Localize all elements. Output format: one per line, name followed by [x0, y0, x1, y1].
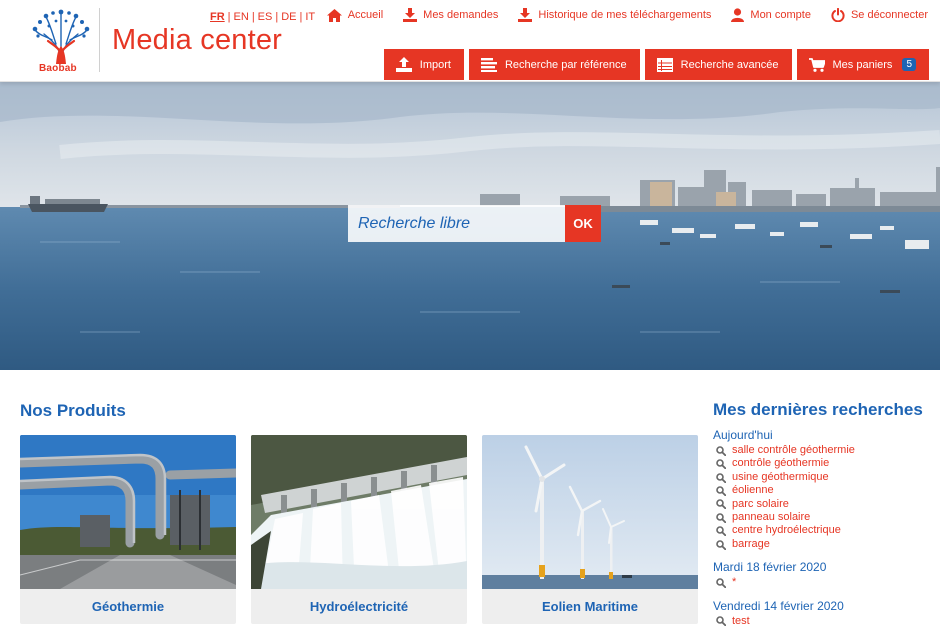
recent-search-label: salle contrôle géothermie — [732, 444, 855, 456]
products-title: Nos Produits — [20, 401, 126, 420]
language-switcher: FR | EN | ES | DE | IT — [210, 11, 315, 23]
nav-historique-label: Historique de mes téléchargements — [538, 9, 712, 21]
nav-accueil[interactable]: Accueil — [326, 8, 384, 22]
product-card-geothermie[interactable]: Géothermie — [20, 435, 236, 624]
search-group-today: Aujourd'hui salle contrôle géothermie co… — [713, 428, 938, 551]
recent-search-item[interactable]: salle contrôle géothermie — [713, 444, 938, 457]
lang-separator: | — [227, 11, 231, 23]
lang-en[interactable]: EN — [234, 11, 249, 23]
baobab-tree-icon — [32, 9, 90, 64]
search-group-date: Mardi 18 février 2020 — [713, 560, 827, 575]
recent-search-label: centre hydroélectrique — [732, 524, 841, 537]
upload-icon — [395, 57, 412, 72]
search-icon — [716, 445, 726, 456]
product-card-eolien-maritime[interactable]: Eolien Maritime — [482, 435, 698, 624]
product-label-hydroelectricite: Hydroélectricité — [309, 599, 409, 614]
lang-es[interactable]: ES — [258, 11, 273, 23]
power-icon — [831, 8, 845, 22]
nav-mon-compte-label: Mon compte — [750, 9, 811, 21]
geothermie-image — [20, 435, 236, 589]
search-icon — [716, 486, 726, 496]
recent-searches-title: Mes dernières recherches — [713, 400, 923, 419]
search-icon — [716, 512, 726, 523]
nav-se-deconnecter[interactable]: Se déconnecter — [831, 8, 928, 22]
baobab-logo[interactable]: Baobab — [26, 8, 96, 76]
basket-count-badge: 5 — [902, 58, 916, 71]
nav-se-deconnecter-label: Se déconnecter — [850, 9, 928, 21]
search-icon — [716, 616, 726, 627]
product-cards: Géothermie Hydroélectricité Eolien Marit… — [20, 435, 698, 624]
header: Baobab Media center FR | EN | ES | DE | IT Accue… — [0, 0, 940, 82]
recent-search-item[interactable]: panneau solaire — [713, 511, 938, 524]
recent-search-item[interactable]: éolienne — [713, 484, 938, 497]
product-label-geothermie: Géothermie — [91, 599, 165, 614]
recent-search-label: test — [732, 614, 750, 627]
recent-search-label: barrage — [732, 537, 770, 550]
recent-search-item[interactable]: barrage — [713, 538, 938, 551]
lang-fr[interactable]: FR — [210, 11, 225, 23]
search-group-feb-18: Mardi 18 février 2020 * — [713, 560, 938, 589]
recent-search-item[interactable]: * — [713, 576, 938, 589]
recent-search-item[interactable]: centre hydroélectrique — [713, 524, 938, 537]
recent-search-label: * — [732, 576, 737, 589]
top-navigation: Accueil Mes demandes Historique de mes t… — [326, 8, 928, 22]
nav-mes-demandes-label: Mes demandes — [423, 9, 499, 21]
reference-search-button[interactable]: Recherche par référence — [468, 49, 640, 80]
hero-banner: OK — [0, 82, 940, 370]
recent-search-item[interactable]: test — [713, 615, 938, 628]
import-button-label: Import — [419, 58, 451, 71]
recent-search-item[interactable]: contrôle géothermie — [713, 457, 938, 470]
cart-icon — [808, 57, 825, 72]
recent-search-item[interactable]: parc solaire — [713, 498, 938, 511]
home-icon — [326, 8, 342, 22]
recent-search-label: panneau solaire — [732, 511, 811, 524]
reference-search-label: Recherche par référence — [504, 58, 627, 71]
logo-divider — [99, 8, 100, 72]
download-icon — [403, 8, 418, 22]
search-icon — [716, 526, 726, 537]
search-group-date: Vendredi 14 février 2020 — [713, 598, 844, 613]
free-search-input[interactable] — [348, 205, 565, 242]
recent-search-label: contrôle géothermie — [732, 457, 830, 470]
recent-search-label: usine géothermique — [732, 470, 829, 483]
import-button[interactable]: Import — [383, 49, 464, 80]
app-title: Media center — [112, 24, 283, 56]
recent-search-label: parc solaire — [732, 497, 789, 510]
logo-text: Baobab — [39, 63, 77, 74]
baskets-button[interactable]: Mes paniers 5 — [796, 49, 929, 80]
recent-search-label: éolienne — [732, 484, 774, 497]
recent-searches-panel: Mes dernières recherches Aujourd'hui sal… — [713, 400, 938, 635]
lang-separator: | — [251, 11, 255, 23]
lang-it[interactable]: IT — [305, 11, 315, 23]
search-icon — [716, 578, 726, 588]
user-icon — [731, 8, 745, 22]
eolien-maritime-image — [482, 435, 698, 589]
baskets-button-label: Mes paniers — [832, 58, 893, 71]
list-icon — [480, 57, 497, 72]
search-icon — [716, 472, 726, 483]
search-group-date: Aujourd'hui — [713, 428, 773, 442]
download-icon — [518, 8, 533, 22]
search-icon — [716, 539, 726, 550]
lang-separator: | — [275, 11, 279, 23]
action-bar: Import Recherche par référence Recherche… — [383, 49, 929, 80]
advanced-search-label: Recherche avancée — [680, 58, 779, 71]
lang-separator: | — [299, 11, 303, 23]
free-search-bar: OK — [348, 205, 601, 242]
product-label-eolien-maritime: Eolien Maritime — [541, 599, 639, 614]
product-card-hydroelectricite[interactable]: Hydroélectricité — [251, 435, 467, 624]
nav-historique[interactable]: Historique de mes téléchargements — [518, 8, 711, 22]
nav-mon-compte[interactable]: Mon compte — [731, 8, 811, 22]
lang-de[interactable]: DE — [281, 11, 296, 23]
search-group-feb-14: Vendredi 14 février 2020 test — [713, 599, 938, 628]
recent-search-item[interactable]: usine géothermique — [713, 471, 938, 484]
nav-accueil-label: Accueil — [347, 9, 384, 21]
search-icon — [716, 499, 726, 510]
advanced-search-button[interactable]: Recherche avancée — [644, 49, 792, 80]
search-ok-button[interactable]: OK — [565, 205, 601, 242]
search-icon — [716, 459, 726, 470]
nav-mes-demandes[interactable]: Mes demandes — [403, 8, 498, 22]
hydroelectricite-image — [251, 435, 467, 589]
table-icon — [656, 57, 673, 72]
